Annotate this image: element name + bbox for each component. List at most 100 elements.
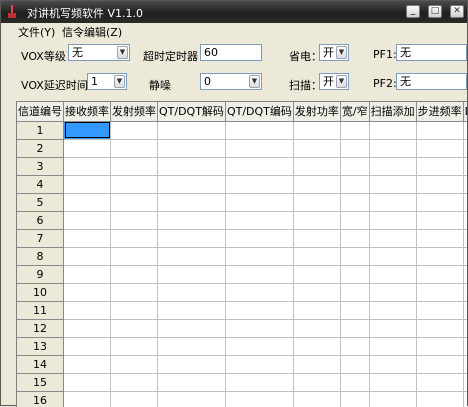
table-cell[interactable] xyxy=(416,373,464,392)
table-cell[interactable] xyxy=(369,175,417,194)
row-number[interactable]: 7 xyxy=(17,229,64,248)
column-header[interactable]: 扫描添加 xyxy=(369,102,417,122)
table-cell[interactable] xyxy=(416,139,464,158)
table-cell[interactable] xyxy=(110,247,158,266)
table-row[interactable]: 5 xyxy=(17,193,467,212)
row-number[interactable]: 4 xyxy=(17,175,64,194)
table-cell[interactable] xyxy=(463,229,467,248)
column-header[interactable]: 发射频率 xyxy=(110,102,158,122)
table-cell[interactable] xyxy=(463,247,467,266)
table-cell[interactable] xyxy=(416,247,464,266)
table-cell[interactable] xyxy=(293,265,341,284)
table-cell[interactable] xyxy=(463,175,467,194)
table-cell[interactable] xyxy=(416,283,464,302)
table-cell[interactable] xyxy=(463,373,467,392)
table-cell[interactable] xyxy=(340,247,370,266)
row-number[interactable]: 3 xyxy=(17,157,64,176)
table-cell[interactable] xyxy=(63,337,111,356)
table-cell[interactable] xyxy=(416,157,464,176)
column-header[interactable]: DTMF健1 xyxy=(463,102,467,122)
table-cell[interactable] xyxy=(225,121,294,140)
table-cell[interactable] xyxy=(110,175,158,194)
table-cell[interactable] xyxy=(463,301,467,320)
row-number[interactable]: 13 xyxy=(17,337,64,356)
table-cell[interactable] xyxy=(157,139,226,158)
table-cell[interactable] xyxy=(157,373,226,392)
table-cell[interactable] xyxy=(63,175,111,194)
table-cell[interactable] xyxy=(157,355,226,374)
table-cell[interactable] xyxy=(157,283,226,302)
table-cell[interactable] xyxy=(63,121,111,140)
table-cell[interactable] xyxy=(225,265,294,284)
table-cell[interactable] xyxy=(110,121,158,140)
table-cell[interactable] xyxy=(110,211,158,230)
table-cell[interactable] xyxy=(63,391,111,407)
table-cell[interactable] xyxy=(369,283,417,302)
table-cell[interactable] xyxy=(157,301,226,320)
table-cell[interactable] xyxy=(369,373,417,392)
table-cell[interactable] xyxy=(340,211,370,230)
table-cell[interactable] xyxy=(340,301,370,320)
table-cell[interactable] xyxy=(369,301,417,320)
table-cell[interactable] xyxy=(293,121,341,140)
table-row[interactable]: 4 xyxy=(17,175,467,194)
table-cell[interactable] xyxy=(369,229,417,248)
table-row[interactable]: 12 xyxy=(17,319,467,338)
column-header[interactable]: 信道编号 xyxy=(17,102,64,122)
channel-table[interactable]: 信道编号 接收频率 发射频率 QT/DQT解码 QT/DQT编码 发射功率 宽/窄 扫描添加步… xyxy=(16,101,467,407)
pf1-field[interactable]: 无 xyxy=(396,44,467,61)
table-cell[interactable] xyxy=(110,229,158,248)
table-cell[interactable] xyxy=(340,139,370,158)
table-cell[interactable] xyxy=(340,337,370,356)
row-number[interactable]: 9 xyxy=(17,265,64,284)
table-row[interactable]: 6 xyxy=(17,211,467,230)
table-cell[interactable] xyxy=(157,193,226,212)
table-cell[interactable] xyxy=(416,301,464,320)
table-cell[interactable] xyxy=(157,157,226,176)
table-cell[interactable] xyxy=(110,265,158,284)
table-cell[interactable] xyxy=(416,337,464,356)
table-cell[interactable] xyxy=(225,175,294,194)
table-cell[interactable] xyxy=(63,373,111,392)
table-cell[interactable] xyxy=(293,373,341,392)
table-cell[interactable] xyxy=(369,157,417,176)
table-cell[interactable] xyxy=(225,247,294,266)
table-cell[interactable] xyxy=(340,265,370,284)
table-cell[interactable] xyxy=(416,193,464,212)
table-row[interactable]: 11 xyxy=(17,301,467,320)
row-number[interactable]: 15 xyxy=(17,373,64,392)
table-cell[interactable] xyxy=(369,211,417,230)
table-cell[interactable] xyxy=(293,175,341,194)
vox-delay-stepper[interactable]: 1 ▼ xyxy=(87,73,127,90)
table-cell[interactable] xyxy=(369,139,417,158)
table-cell[interactable] xyxy=(63,211,111,230)
column-header[interactable]: 发射功率 xyxy=(293,102,341,122)
table-cell[interactable] xyxy=(463,391,467,407)
table-cell[interactable] xyxy=(157,229,226,248)
table-cell[interactable] xyxy=(416,265,464,284)
table-cell[interactable] xyxy=(63,139,111,158)
table-cell[interactable] xyxy=(157,247,226,266)
table-cell[interactable] xyxy=(416,229,464,248)
table-cell[interactable] xyxy=(110,139,158,158)
row-number[interactable]: 1 xyxy=(17,121,64,140)
table-cell[interactable] xyxy=(157,121,226,140)
table-cell[interactable] xyxy=(293,301,341,320)
table-row[interactable]: 13 xyxy=(17,337,467,356)
table-cell[interactable] xyxy=(293,247,341,266)
table-row[interactable]: 14 xyxy=(17,355,467,374)
table-cell[interactable] xyxy=(416,175,464,194)
table-cell[interactable] xyxy=(293,355,341,374)
table-cell[interactable] xyxy=(416,319,464,338)
table-cell[interactable] xyxy=(369,193,417,212)
table-cell[interactable] xyxy=(110,157,158,176)
table-cell[interactable] xyxy=(369,247,417,266)
table-row[interactable]: 10 xyxy=(17,283,467,302)
table-cell[interactable] xyxy=(293,319,341,338)
table-cell[interactable] xyxy=(340,283,370,302)
table-cell[interactable] xyxy=(293,211,341,230)
table-cell[interactable] xyxy=(63,229,111,248)
table-cell[interactable] xyxy=(369,265,417,284)
table-cell[interactable] xyxy=(225,139,294,158)
table-cell[interactable] xyxy=(157,211,226,230)
